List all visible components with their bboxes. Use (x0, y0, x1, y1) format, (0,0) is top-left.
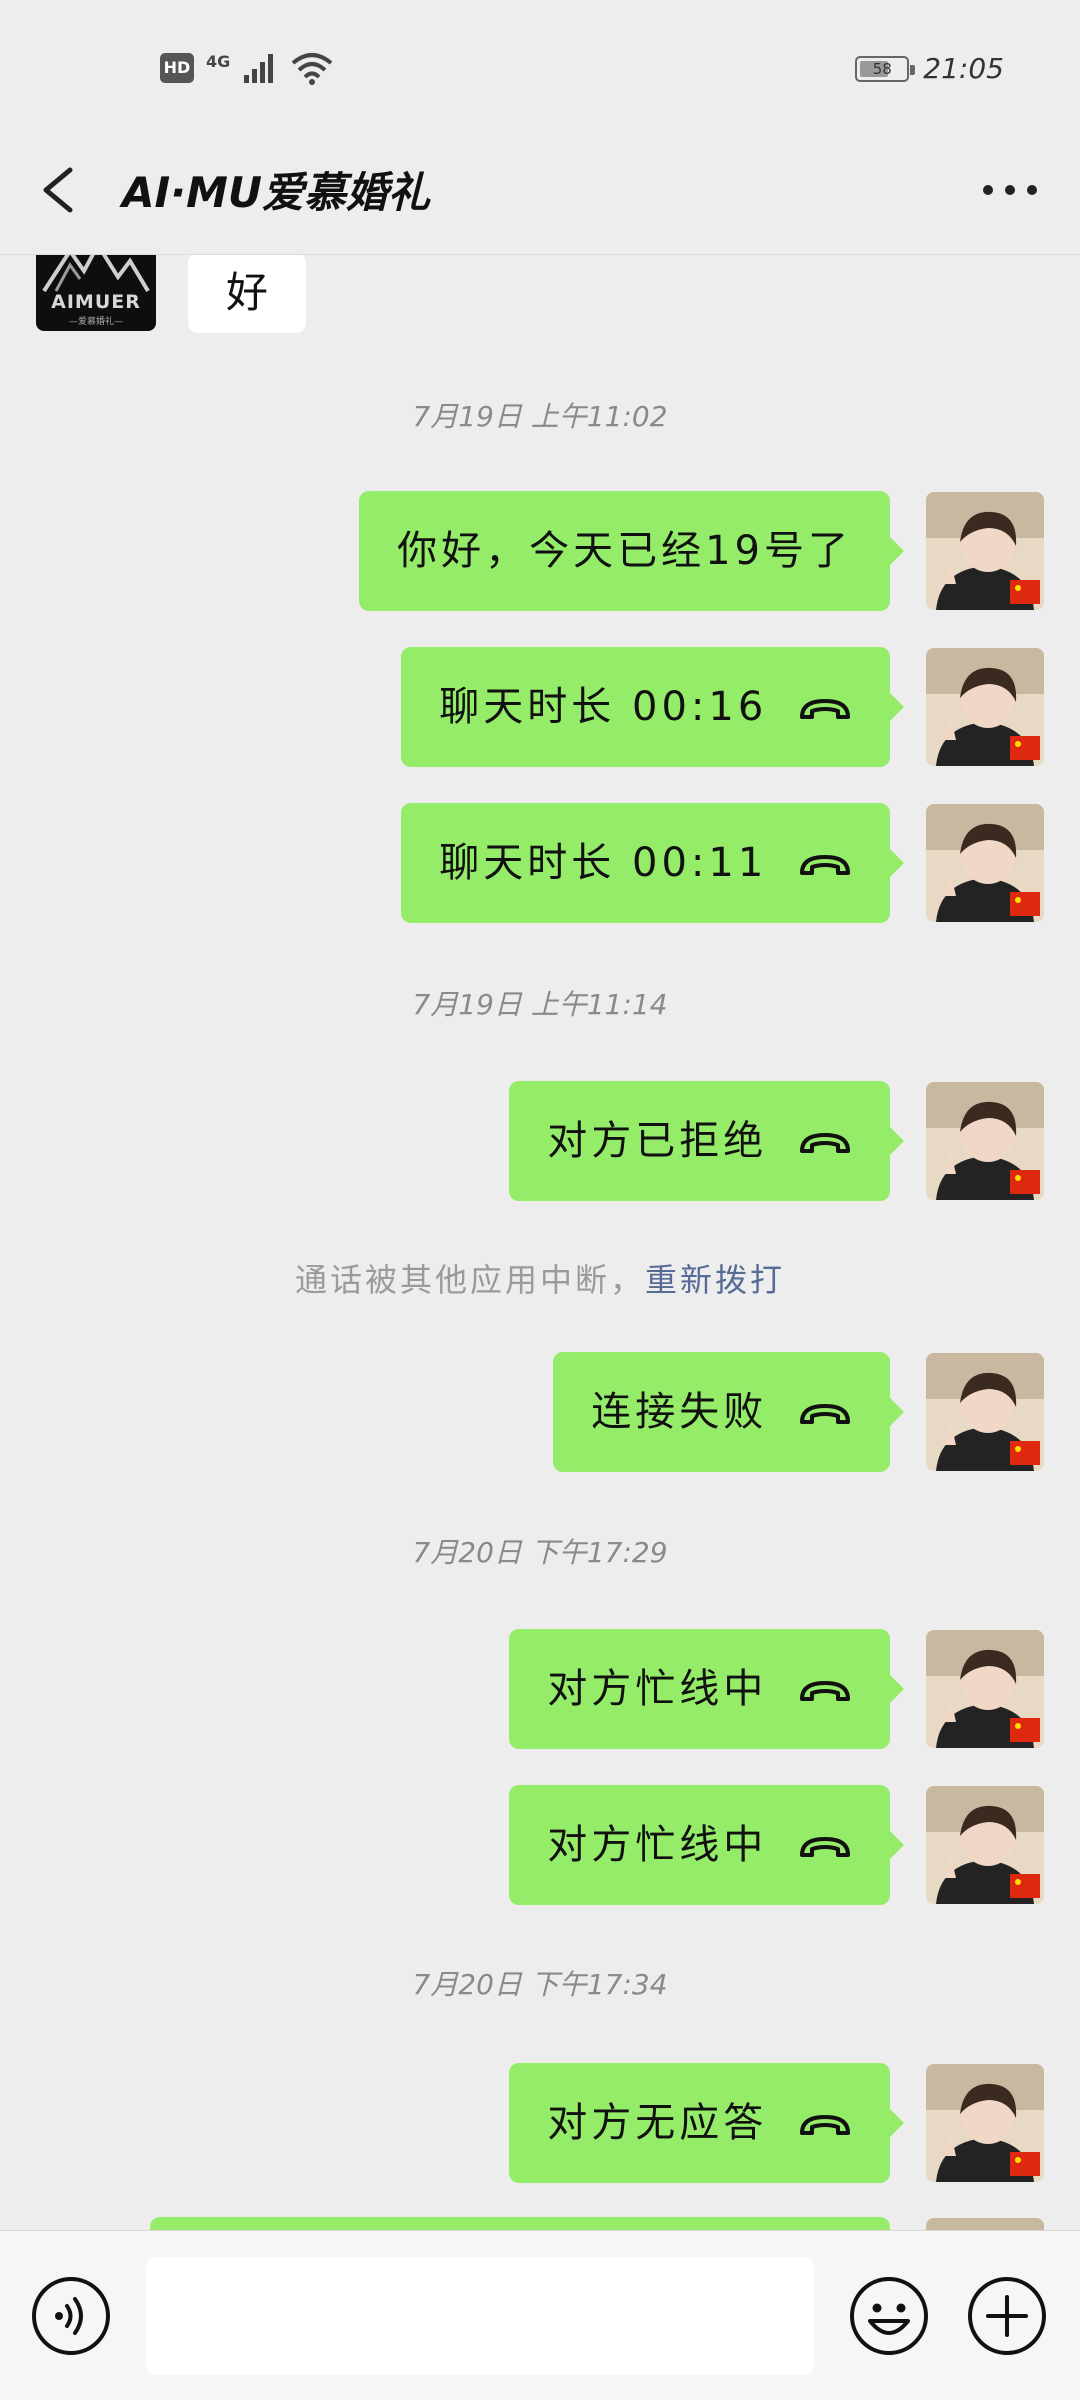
user-photo-icon (926, 1630, 1044, 1748)
my-avatar[interactable] (926, 2064, 1044, 2182)
logo-text: AIMUER (51, 291, 141, 313)
logo-subtext: —爱慕婚礼— (68, 317, 123, 327)
phone-hangup-icon (800, 699, 850, 719)
battery-icon: 58 (855, 55, 916, 82)
system-notice: 通话被其他应用中断，重新拨打 (0, 1255, 1080, 1301)
system-notice-text: 通话被其他应用中断， (294, 1261, 645, 1299)
voice-icon (32, 2277, 110, 2355)
user-photo-icon (926, 804, 1044, 922)
plus-icon (968, 2277, 1046, 2355)
message-input[interactable] (146, 2257, 814, 2375)
signal-icon (244, 54, 274, 83)
voice-button[interactable] (30, 2275, 112, 2357)
message-bubble-outgoing-partial[interactable] (150, 2217, 890, 2230)
my-avatar[interactable] (926, 804, 1044, 922)
emoji-button[interactable] (848, 2275, 930, 2357)
call-record-text: 聊天时长 00:16 (439, 684, 768, 730)
status-bar: HD 4G 58 21:05 (0, 0, 1080, 130)
phone-hangup-icon (800, 1681, 850, 1701)
call-record-text: 对方已拒绝 (547, 1118, 768, 1164)
phone-hangup-icon (800, 855, 850, 875)
hd-badge: HD (160, 53, 194, 83)
user-photo-icon (926, 1353, 1044, 1471)
timestamp: 7月20日 下午17:29 (412, 1536, 668, 1569)
status-left: HD 4G (160, 48, 334, 88)
phone-hangup-icon (800, 1133, 850, 1153)
call-record-text: 连接失败 (591, 1389, 768, 1435)
my-avatar[interactable] (926, 492, 1044, 610)
plus-button[interactable] (966, 2275, 1048, 2357)
call-record-bubble[interactable]: 对方无应答 (509, 2063, 904, 2183)
my-avatar[interactable] (926, 1082, 1044, 1200)
message-list[interactable]: AIMUER —爱慕婚礼— 好 7月19日 上午11:02 你好，今天已经19号… (0, 255, 1080, 2230)
battery-level: 58 (872, 59, 892, 78)
wifi-icon (291, 53, 333, 85)
timestamp: 7月20日 下午17:34 (412, 1968, 668, 2001)
call-record-bubble[interactable]: 聊天时长 00:11 (401, 803, 904, 923)
my-avatar[interactable] (926, 2218, 1044, 2230)
status-right: 58 21:05 (855, 52, 1004, 85)
contact-avatar[interactable]: AIMUER —爱慕婚礼— (36, 255, 156, 331)
call-record-bubble[interactable]: 对方忙线中 (509, 1785, 904, 1905)
chevron-left-icon (43, 167, 73, 213)
timestamp: 7月19日 上午11:14 (412, 988, 668, 1021)
redial-link[interactable]: 重新拨打 (645, 1261, 785, 1299)
network-type: 4G (206, 51, 231, 71)
call-record-text: 对方忙线中 (547, 1822, 768, 1868)
more-dots-icon (983, 185, 1037, 195)
user-photo-icon (926, 2218, 1044, 2230)
timestamp: 7月19日 上午11:02 (412, 400, 668, 433)
battery-nub (910, 64, 916, 75)
phone-hangup-icon (800, 1837, 850, 1857)
message-text: 你好，今天已经19号了 (397, 528, 852, 574)
user-photo-icon (926, 1082, 1044, 1200)
call-record-bubble[interactable]: 连接失败 (553, 1352, 904, 1472)
call-record-bubble[interactable]: 对方已拒绝 (509, 1081, 904, 1201)
chat-screen: HD 4G 58 21:05 AI·MU爱慕婚礼 AIMUER —爱慕婚礼— 好… (0, 0, 1080, 2400)
chat-title: AI·MU爱慕婚礼 (122, 168, 430, 217)
chat-header: AI·MU爱慕婚礼 (0, 130, 1080, 255)
message-bubble-outgoing[interactable]: 你好，今天已经19号了 (359, 491, 904, 611)
emoji-icon (850, 2277, 928, 2355)
user-photo-icon (926, 2064, 1044, 2182)
phone-hangup-icon (800, 2115, 850, 2135)
call-record-bubble[interactable]: 聊天时长 00:16 (401, 647, 904, 767)
my-avatar[interactable] (926, 1786, 1044, 1904)
call-record-bubble[interactable]: 对方忙线中 (509, 1629, 904, 1749)
call-record-text: 聊天时长 00:11 (439, 840, 768, 886)
user-photo-icon (926, 492, 1044, 610)
my-avatar[interactable] (926, 1353, 1044, 1471)
user-photo-icon (926, 648, 1044, 766)
call-record-text: 对方忙线中 (547, 1666, 768, 1712)
my-avatar[interactable] (926, 648, 1044, 766)
more-button[interactable] (968, 150, 1058, 230)
my-avatar[interactable] (926, 1630, 1044, 1748)
input-bar (0, 2230, 1080, 2400)
user-photo-icon (926, 1786, 1044, 1904)
back-button[interactable] (30, 150, 86, 230)
message-bubble-incoming[interactable]: 好 (188, 255, 307, 333)
status-time: 21:05 (923, 52, 1004, 85)
phone-hangup-icon (800, 1404, 850, 1424)
call-record-text: 对方无应答 (547, 2100, 768, 2146)
